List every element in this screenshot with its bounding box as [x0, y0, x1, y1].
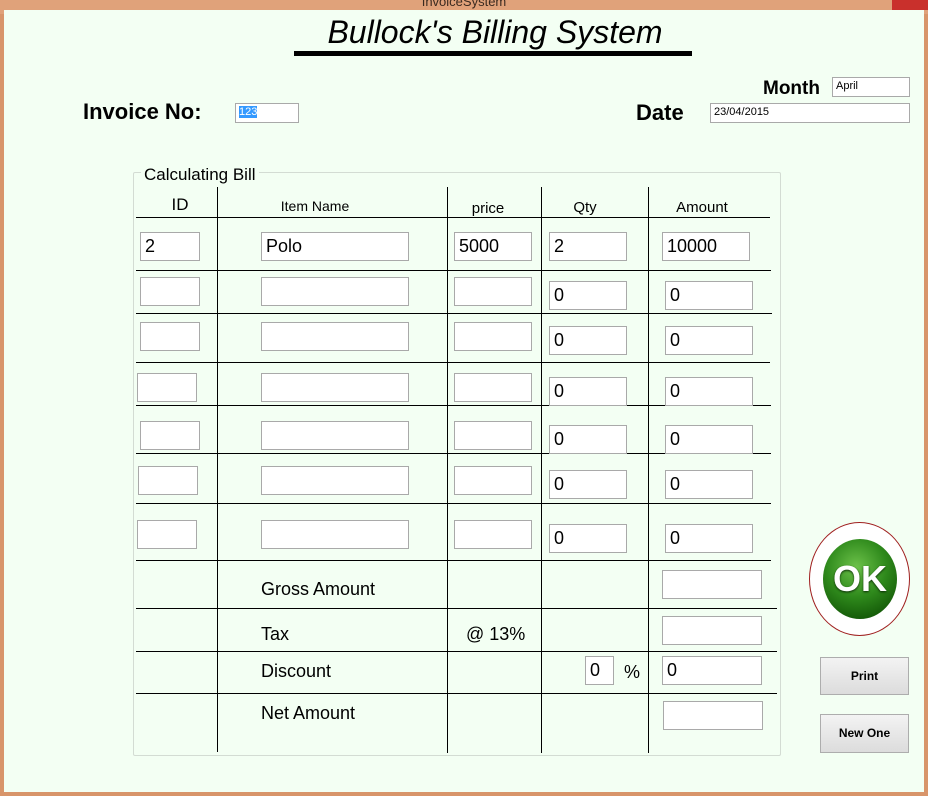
column-header-price: price — [471, 200, 505, 217]
discount-label: Discount — [261, 661, 332, 681]
month-field[interactable]: April — [832, 77, 910, 97]
qty-field[interactable]: 0 — [549, 281, 627, 310]
grid-line-horizontal — [136, 693, 777, 694]
item-name-field[interactable]: Polo — [261, 232, 409, 261]
amount-field[interactable]: 0 — [665, 524, 753, 553]
tax-rate-label: @ 13% — [466, 624, 526, 644]
percent-sign-label: % — [624, 662, 641, 682]
price-field[interactable] — [454, 466, 532, 495]
price-field[interactable] — [454, 421, 532, 450]
title-underline — [294, 51, 692, 56]
amount-field[interactable]: 0 — [665, 281, 753, 310]
date-field[interactable]: 23/04/2015 — [710, 103, 910, 123]
price-field[interactable] — [454, 373, 532, 402]
column-header-amount: Amount — [676, 199, 728, 216]
close-button[interactable] — [892, 0, 928, 10]
grid-line-vertical — [447, 187, 448, 753]
amount-field[interactable]: 0 — [665, 425, 753, 454]
item-name-field[interactable] — [261, 322, 409, 351]
column-header-qty: Qty — [573, 199, 597, 216]
grid-line-vertical — [648, 187, 649, 753]
qty-field[interactable]: 2 — [549, 232, 627, 261]
item-name-field[interactable] — [261, 277, 409, 306]
page-title: Bullock's Billing System — [327, 14, 663, 50]
column-header-id: ID — [171, 195, 189, 214]
id-field[interactable] — [137, 373, 197, 402]
invoice-no-label: Invoice No: — [83, 99, 202, 124]
qty-field[interactable]: 0 — [549, 326, 627, 355]
ok-button[interactable]: OK — [809, 522, 910, 636]
id-field[interactable] — [140, 322, 200, 351]
window-title: InvoiceSystem — [421, 0, 507, 9]
qty-field[interactable]: 0 — [549, 470, 627, 499]
grid-line-horizontal — [136, 560, 771, 561]
item-name-field[interactable] — [261, 421, 409, 450]
group-title: Calculating Bill — [141, 165, 259, 185]
id-field[interactable]: 2 — [140, 232, 200, 261]
id-field[interactable] — [138, 466, 198, 495]
price-field[interactable] — [454, 322, 532, 351]
net-amount-label: Net Amount — [261, 703, 356, 723]
qty-field[interactable]: 0 — [549, 524, 627, 553]
discount-value-field[interactable]: 0 — [662, 656, 762, 685]
id-field[interactable] — [137, 520, 197, 549]
month-label: Month — [763, 78, 820, 99]
grid-line-vertical — [217, 187, 218, 752]
amount-field[interactable]: 0 — [665, 326, 753, 355]
grid-line-horizontal — [136, 503, 771, 504]
gross-amount-field[interactable] — [662, 570, 762, 599]
gross-amount-label: Gross Amount — [261, 579, 376, 599]
price-field[interactable] — [454, 520, 532, 549]
amount-field[interactable]: 10000 — [662, 232, 750, 261]
price-field[interactable]: 5000 — [454, 232, 532, 261]
id-field[interactable] — [140, 277, 200, 306]
ok-button-label: OK — [823, 539, 897, 619]
grid-line-horizontal — [136, 217, 770, 218]
tax-label: Tax — [261, 624, 290, 644]
discount-percent-field[interactable]: 0 — [585, 656, 614, 685]
grid-line-horizontal — [136, 313, 772, 314]
column-header-item-name: Item Name — [280, 198, 350, 214]
qty-field[interactable]: 0 — [549, 425, 627, 454]
id-field[interactable] — [140, 421, 200, 450]
item-name-field[interactable] — [261, 466, 409, 495]
item-name-field[interactable] — [261, 373, 409, 402]
price-field[interactable] — [454, 277, 532, 306]
qty-field[interactable]: 0 — [549, 377, 627, 406]
new-one-button[interactable]: New One — [820, 714, 909, 753]
print-button[interactable]: Print — [820, 657, 909, 695]
amount-field[interactable]: 0 — [665, 377, 753, 406]
grid-line-horizontal — [136, 608, 777, 609]
invoice-no-field[interactable]: 123 — [235, 103, 299, 123]
item-name-field[interactable] — [261, 520, 409, 549]
date-label: Date — [636, 100, 684, 125]
net-amount-field[interactable] — [663, 701, 763, 730]
grid-line-horizontal — [136, 651, 777, 652]
amount-field[interactable]: 0 — [665, 470, 753, 499]
invoice-no-value: 123 — [239, 106, 258, 118]
grid-line-vertical — [541, 187, 542, 753]
grid-line-horizontal — [136, 362, 770, 363]
tax-field[interactable] — [662, 616, 762, 645]
grid-line-horizontal — [136, 270, 771, 271]
